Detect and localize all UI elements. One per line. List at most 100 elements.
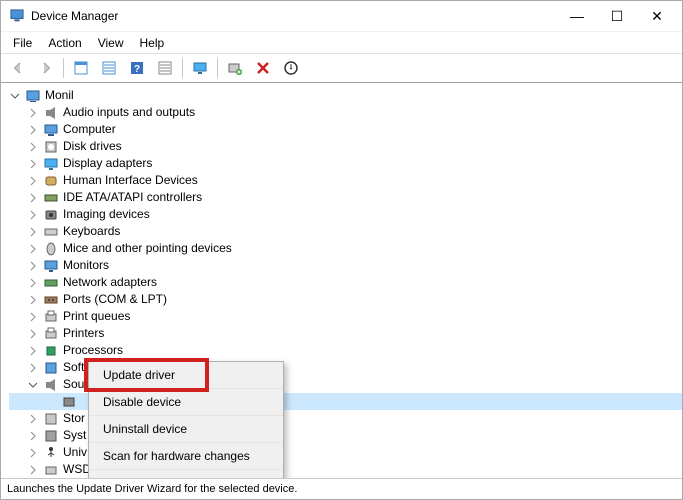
menu-item-file[interactable]: File	[5, 34, 40, 52]
help-button[interactable]: ?	[124, 56, 150, 80]
tree-category[interactable]: Imaging devices	[9, 206, 682, 223]
expand-toggle-icon[interactable]	[27, 260, 39, 272]
mouse-icon	[43, 241, 59, 257]
tree-node-label: Print queues	[63, 308, 130, 325]
context-menu-item[interactable]: Uninstall device	[89, 416, 283, 443]
tree-category[interactable]: Network adapters	[9, 274, 682, 291]
tree-category[interactable]: Print queues	[9, 308, 682, 325]
tree-spacer	[45, 396, 57, 408]
back-button[interactable]	[5, 56, 31, 80]
tree-node-label: Monitors	[63, 257, 109, 274]
menu-item-help[interactable]: Help	[132, 34, 173, 52]
expand-toggle-icon[interactable]	[27, 141, 39, 153]
expand-toggle-icon[interactable]	[27, 328, 39, 340]
status-bar: Launches the Update Driver Wizard for th…	[1, 479, 682, 499]
up-button[interactable]	[68, 56, 94, 80]
remove-hardware-button[interactable]	[250, 56, 276, 80]
menu-item-view[interactable]: View	[90, 34, 132, 52]
printer-icon	[43, 326, 59, 342]
device-icon	[61, 394, 77, 410]
imaging-icon	[43, 207, 59, 223]
expand-toggle-icon[interactable]	[27, 447, 39, 459]
add-hardware-button[interactable]	[222, 56, 248, 80]
tree-node-label: Univ	[63, 444, 87, 461]
system-icon	[43, 428, 59, 444]
tree-category[interactable]: Audio inputs and outputs	[9, 104, 682, 121]
tree-node-label: Mice and other pointing devices	[63, 240, 232, 257]
expand-toggle-icon[interactable]	[27, 226, 39, 238]
expand-toggle-icon[interactable]	[27, 345, 39, 357]
sound-icon	[43, 377, 59, 393]
expand-toggle-icon[interactable]	[27, 464, 39, 476]
computer-icon	[43, 122, 59, 138]
props-button[interactable]	[152, 56, 178, 80]
toolbar-separator	[182, 58, 183, 78]
window-controls: — ☐ ✕	[558, 3, 676, 29]
network-icon	[43, 275, 59, 291]
minimize-button[interactable]: —	[558, 3, 596, 29]
menu-item-action[interactable]: Action	[40, 34, 89, 52]
cpu-icon	[43, 343, 59, 359]
tree-category[interactable]: Monitors	[9, 257, 682, 274]
expand-toggle-icon[interactable]	[27, 192, 39, 204]
tree-category[interactable]: IDE ATA/ATAPI controllers	[9, 189, 682, 206]
menu-bar: FileActionViewHelp	[1, 31, 682, 53]
show-button[interactable]	[96, 56, 122, 80]
context-menu-item[interactable]: Scan for hardware changes	[89, 443, 283, 470]
expand-toggle-icon[interactable]	[27, 362, 39, 374]
tree-category[interactable]: Computer	[9, 121, 682, 138]
usb-icon	[43, 445, 59, 461]
expand-toggle-icon[interactable]	[27, 379, 39, 391]
toolbar-separator	[63, 58, 64, 78]
tree-node-label: Printers	[63, 325, 104, 342]
monitor-icon-button[interactable]	[187, 56, 213, 80]
expand-toggle-icon[interactable]	[27, 209, 39, 221]
close-button[interactable]: ✕	[638, 3, 676, 29]
context-menu-item[interactable]: Update driver	[89, 362, 283, 389]
context-menu-item[interactable]: Properties	[89, 470, 283, 479]
expand-toggle-icon[interactable]	[27, 430, 39, 442]
tree-category[interactable]: Processors	[9, 342, 682, 359]
tree-node-label: Ports (COM & LPT)	[63, 291, 167, 308]
status-text: Launches the Update Driver Wizard for th…	[7, 483, 297, 495]
context-menu-item[interactable]: Disable device	[89, 389, 283, 416]
tree-node-label: Network adapters	[63, 274, 157, 291]
expand-toggle-icon[interactable]	[27, 158, 39, 170]
tree-node-label: Display adapters	[63, 155, 152, 172]
tree-node-label: Monil	[45, 87, 74, 104]
ide-icon	[43, 190, 59, 206]
expand-toggle-icon[interactable]	[27, 294, 39, 306]
expand-toggle-icon[interactable]	[9, 90, 21, 102]
tree-category[interactable]: Keyboards	[9, 223, 682, 240]
expand-toggle-icon[interactable]	[27, 413, 39, 425]
tree-category[interactable]: Mice and other pointing devices	[9, 240, 682, 257]
update-hardware-button[interactable]	[278, 56, 304, 80]
tree-category[interactable]: Ports (COM & LPT)	[9, 291, 682, 308]
device-tree-panel[interactable]: MonilAudio inputs and outputsComputerDis…	[1, 83, 682, 479]
tree-node-label: Computer	[63, 121, 116, 138]
expand-toggle-icon[interactable]	[27, 243, 39, 255]
tree-node-label: WSD	[63, 461, 91, 478]
pc-icon	[25, 88, 41, 104]
tree-category[interactable]: Human Interface Devices	[9, 172, 682, 189]
expand-toggle-icon[interactable]	[27, 124, 39, 136]
tree-category[interactable]: Disk drives	[9, 138, 682, 155]
tree-node-label: Syst	[63, 427, 86, 444]
tree-category[interactable]: Printers	[9, 325, 682, 342]
expand-toggle-icon[interactable]	[27, 277, 39, 289]
tree-category[interactable]: Display adapters	[9, 155, 682, 172]
tree-node-label: IDE ATA/ATAPI controllers	[63, 189, 202, 206]
svg-text:?: ?	[134, 64, 140, 75]
window-title: Device Manager	[31, 9, 558, 23]
tree-node-label: Stor	[63, 410, 85, 427]
expand-toggle-icon[interactable]	[27, 175, 39, 187]
expand-toggle-icon[interactable]	[27, 311, 39, 323]
maximize-button[interactable]: ☐	[598, 3, 636, 29]
ports-icon	[43, 292, 59, 308]
expand-toggle-icon[interactable]	[27, 107, 39, 119]
toolbar: ?	[1, 53, 682, 83]
forward-button[interactable]	[33, 56, 59, 80]
printqueue-icon	[43, 309, 59, 325]
tree-root[interactable]: Monil	[9, 87, 682, 104]
software-icon	[43, 360, 59, 376]
